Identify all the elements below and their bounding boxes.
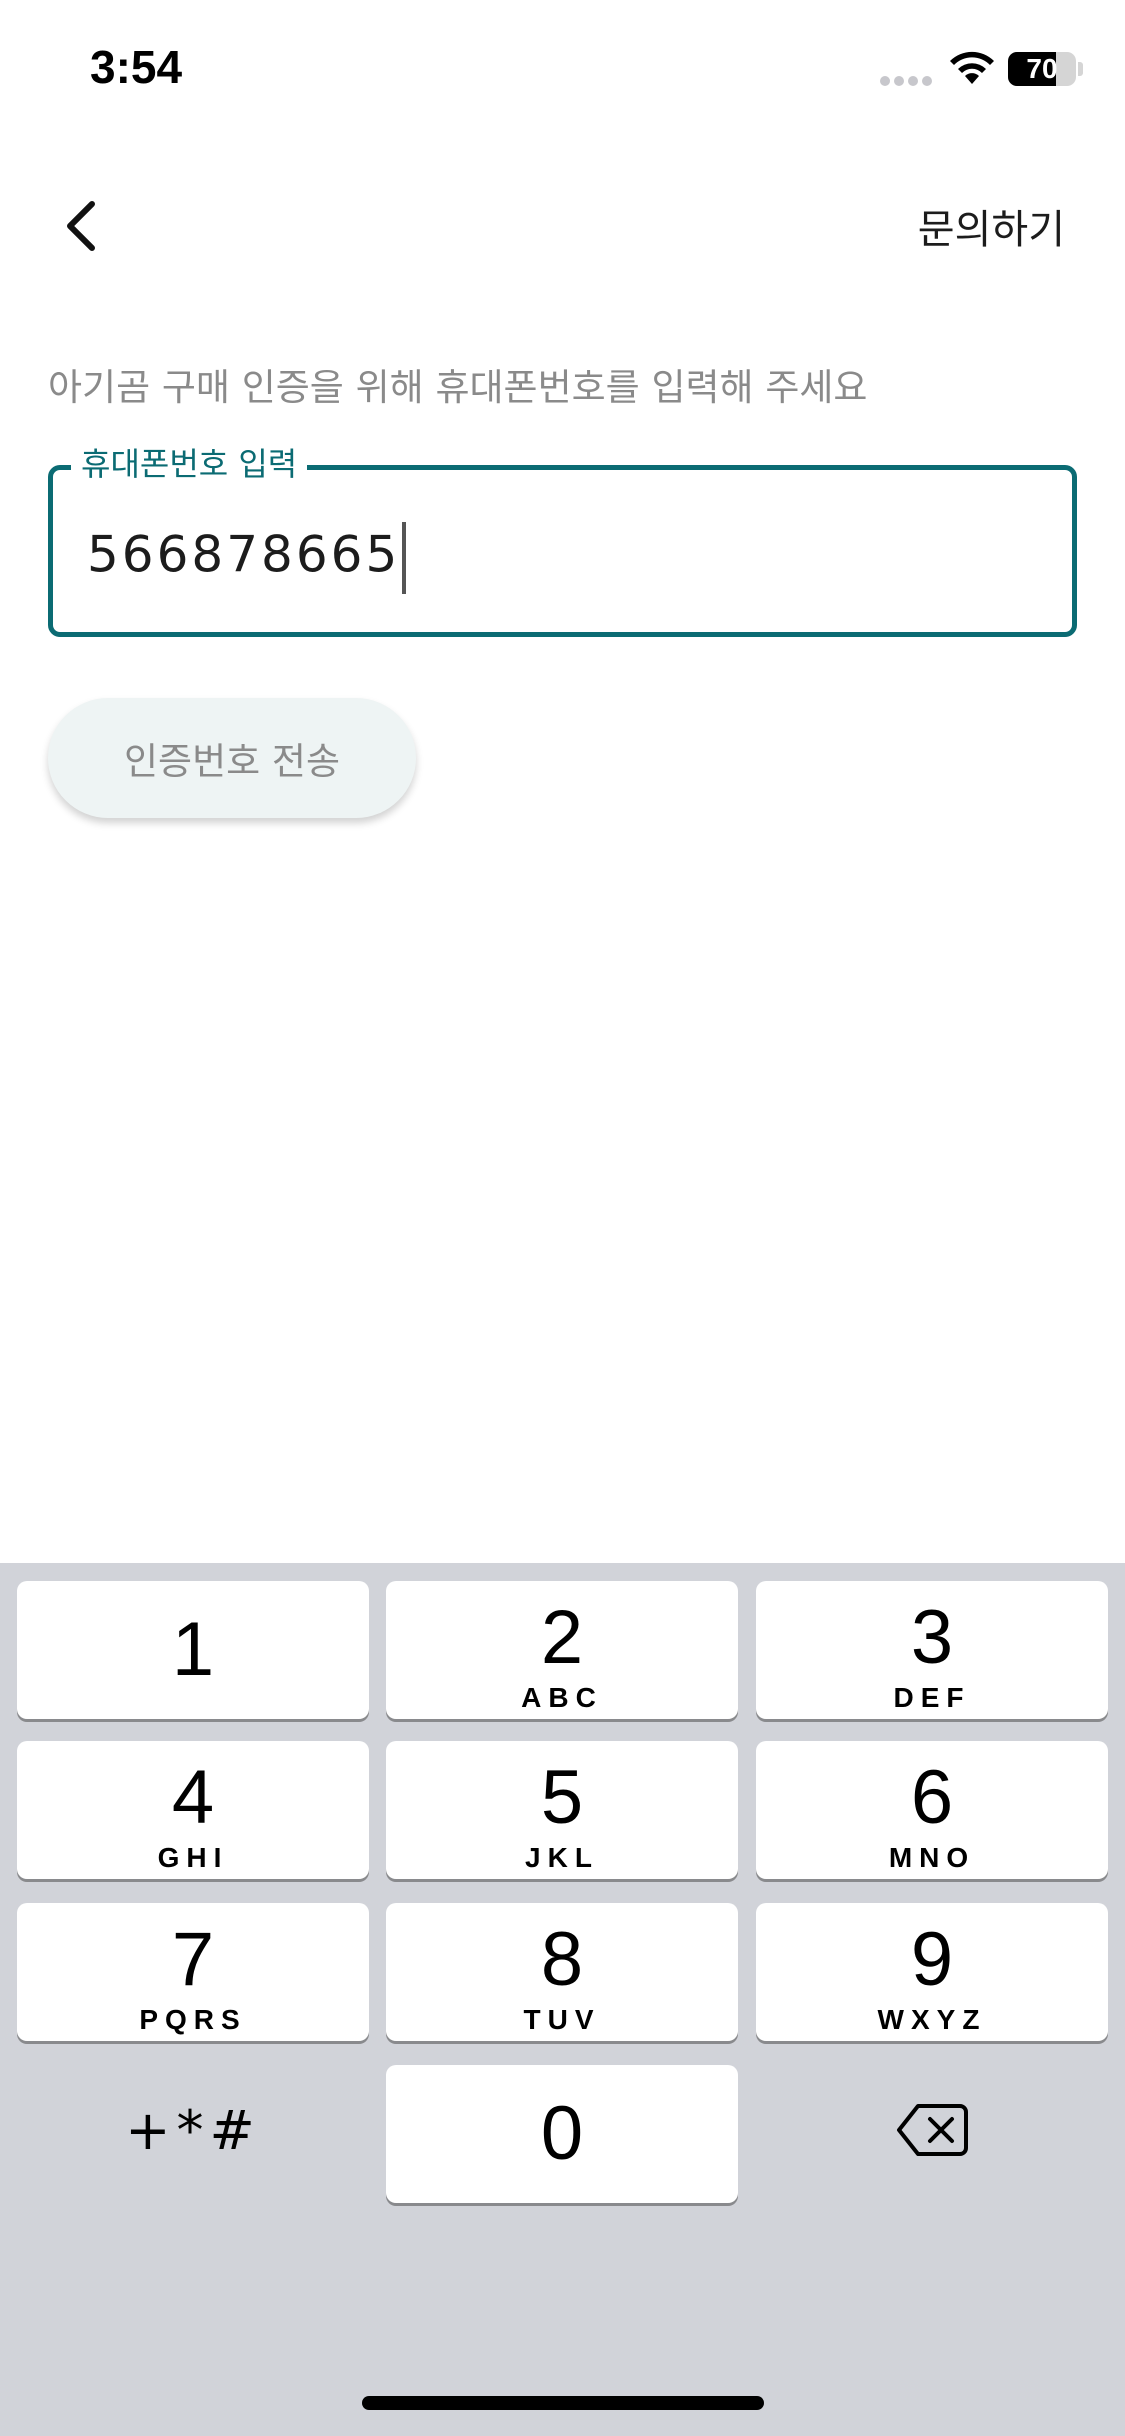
cellular-signal-icon [880,76,934,88]
key-digit: 1 [171,1607,215,1692]
key-2[interactable]: 2 ABC [386,1581,738,1719]
key-letters: JKL [525,1842,599,1873]
instruction-text: 아기곰 구매 인증을 위해 휴대폰번호를 입력해 주세요 [48,366,868,409]
delete-key[interactable] [756,2061,1108,2199]
key-digit: 7 [171,1917,215,2002]
key-letters: GHI [157,1842,229,1873]
symbols-key[interactable]: +*# [17,2061,369,2199]
send-code-button[interactable]: 인증번호 전송 [48,698,416,818]
battery-tip [1078,62,1083,76]
wifi-icon [950,51,994,84]
key-9[interactable]: 9 WXYZ [756,1903,1108,2041]
key-digit: 4 [171,1755,215,1840]
backspace-icon [897,2104,968,2156]
text-caret [402,522,407,594]
phone-number-field[interactable]: 휴대폰번호 입력 566878665 [48,442,1077,637]
key-digit: 2 [540,1595,584,1680]
phone-input-value[interactable]: 566878665 [87,522,407,594]
status-bar: 3:54 70 [0,0,1125,140]
phone-number-text: 566878665 [87,525,401,584]
key-digit: 6 [910,1755,954,1840]
key-0[interactable]: 0 [386,2065,738,2203]
key-1[interactable]: 1 [17,1581,369,1719]
key-digit: 5 [540,1755,584,1840]
back-button[interactable] [48,190,120,262]
key-6[interactable]: 6 MNO [756,1741,1108,1879]
key-3[interactable]: 3 DEF [756,1581,1108,1719]
key-5[interactable]: 5 JKL [386,1741,738,1879]
key-7[interactable]: 7 PQRS [17,1903,369,2041]
key-letters: TUV [523,2004,601,2035]
key-letters: WXYZ [877,2004,987,2035]
key-digit: 3 [910,1595,954,1680]
phone-verification-screen: 3:54 70 문의하기 아기곰 구매 인증을 위해 휴대폰번호를 입력해 주세… [0,0,1125,2436]
chevron-left-icon [67,201,95,251]
battery-percentage: 70 [1026,53,1058,84]
key-letters: MNO [888,1842,976,1873]
key-8[interactable]: 8 TUV [386,1903,738,2041]
key-letters: DEF [893,1682,971,1713]
numeric-keypad: 1 2 ABC 3 DEF 4 GHI 5 JKL 6 MNO 7 PQRS 8… [0,1563,1125,2436]
key-digit: 9 [910,1917,954,2002]
key-letters: ABC [521,1682,603,1713]
status-time: 3:54 [90,41,183,93]
key-digit: 0 [540,2091,584,2176]
key-digit: 8 [540,1917,584,2002]
inquiry-button[interactable]: 문의하기 [918,200,1065,260]
key-letters: PQRS [139,2004,247,2035]
phone-field-label: 휴대폰번호 입력 [71,442,308,486]
home-indicator [362,2396,764,2410]
key-4[interactable]: 4 GHI [17,1741,369,1879]
battery-icon: 70 [1008,52,1076,86]
